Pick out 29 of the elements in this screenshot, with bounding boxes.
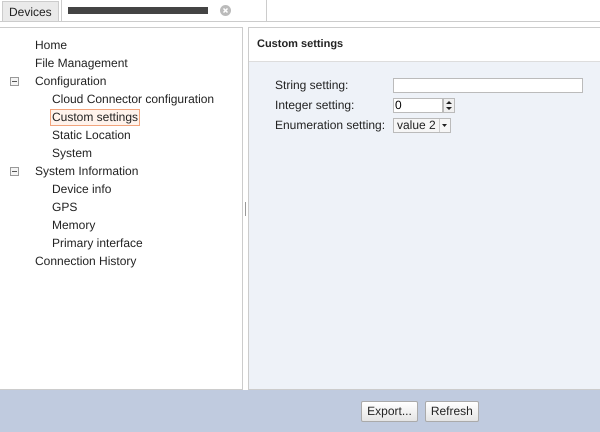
tree-item[interactable]: GPS xyxy=(50,198,80,216)
tree-item[interactable]: Cloud Connector configuration xyxy=(50,90,216,108)
tree-item[interactable]: Custom settings xyxy=(50,108,140,126)
tree-item[interactable]: Configuration xyxy=(33,72,108,90)
tree-item[interactable]: Static Location xyxy=(50,126,133,144)
tree-item[interactable]: Memory xyxy=(50,216,98,234)
field-label: Integer setting: xyxy=(275,97,356,114)
spinner-arrows-icon[interactable] xyxy=(443,98,455,112)
tab[interactable]: Devices xyxy=(2,1,59,21)
tree-item[interactable]: Home xyxy=(33,36,70,54)
tree-item[interactable]: System xyxy=(50,144,94,162)
field-label: Enumeration setting: xyxy=(275,117,386,134)
tree-item[interactable]: System Information xyxy=(33,162,140,180)
caret-icon xyxy=(438,118,450,132)
dropdown[interactable]: value 2 xyxy=(393,118,451,132)
tree-item[interactable]: Primary interface xyxy=(50,234,145,252)
tree-item[interactable]: Device info xyxy=(50,180,114,198)
tab[interactable] xyxy=(60,0,267,21)
field-label: String setting: xyxy=(275,77,350,94)
splitter-handle[interactable] xyxy=(245,202,246,216)
action-button[interactable]: Refresh xyxy=(424,400,479,422)
tree-item[interactable]: File Management xyxy=(33,54,130,72)
panel-title: Custom settings xyxy=(257,37,344,52)
tree-item[interactable]: Connection History xyxy=(33,252,138,270)
collapse-icon[interactable] xyxy=(10,76,19,86)
action-button[interactable]: Export... xyxy=(361,400,418,422)
input-field[interactable] xyxy=(393,78,583,92)
input-field[interactable]: 0 xyxy=(393,98,443,112)
collapse-icon[interactable] xyxy=(10,166,19,176)
